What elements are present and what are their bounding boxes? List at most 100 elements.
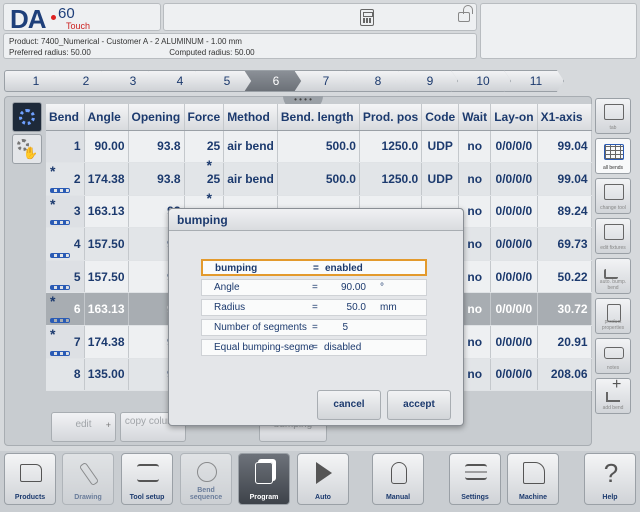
cell-code[interactable]: UDP bbox=[421, 130, 460, 164]
cell-opening[interactable]: 93.8 bbox=[128, 130, 185, 164]
cell-method[interactable]: air bend bbox=[223, 130, 278, 164]
param-angle[interactable]: Angle = 90.00 ° bbox=[201, 279, 427, 296]
nav-settings[interactable]: Settings bbox=[449, 453, 501, 505]
tab-view-button[interactable]: tab bbox=[595, 98, 631, 134]
add-bend-button[interactable]: add bend bbox=[595, 376, 631, 414]
col-bend[interactable]: Bend bbox=[46, 104, 85, 131]
col-wait[interactable]: Wait bbox=[458, 104, 492, 131]
col-angle[interactable]: Angle bbox=[84, 104, 129, 131]
change-tool-button[interactable]: change tool bbox=[595, 178, 631, 214]
cell-wait[interactable]: no bbox=[458, 162, 492, 196]
nav-manual[interactable]: Manual bbox=[372, 453, 424, 505]
nav-auto[interactable]: Auto bbox=[297, 453, 349, 505]
edit-fixtures-button[interactable]: edit fixtures bbox=[595, 218, 631, 254]
cell-wait[interactable]: no bbox=[458, 130, 492, 164]
cell-code[interactable]: UDP bbox=[421, 162, 460, 196]
col-code[interactable]: Code bbox=[421, 104, 460, 131]
all-bends-button[interactable]: all bends bbox=[595, 138, 631, 174]
col-prod-pos[interactable]: Prod. pos bbox=[359, 104, 423, 131]
calculator-icon[interactable] bbox=[360, 9, 374, 26]
cell-angle[interactable]: 90.00 bbox=[84, 130, 129, 164]
cell-x1[interactable]: 208.06 bbox=[537, 358, 592, 392]
cell-force[interactable]: 25 bbox=[184, 130, 225, 164]
cell-length[interactable]: 500.0 bbox=[277, 130, 360, 164]
tab-step-5[interactable]: 5 bbox=[195, 70, 255, 92]
cell-layon[interactable]: 0/0/0/0 bbox=[490, 162, 538, 196]
notes-button[interactable]: notes bbox=[595, 338, 631, 374]
param-equal-segments[interactable]: Equal bumping-segme = disabled bbox=[201, 339, 427, 356]
cell-layon[interactable]: 0/0/0/0 bbox=[490, 227, 538, 261]
cell-bend[interactable]: 1 bbox=[46, 130, 85, 164]
col-x1-axis[interactable]: X1-axis bbox=[537, 104, 592, 131]
col-lay-on[interactable]: Lay-on bbox=[490, 104, 538, 131]
cancel-button[interactable]: cancel bbox=[317, 390, 381, 420]
cell-angle[interactable]: 174.38 bbox=[84, 162, 129, 196]
nav-products[interactable]: Products bbox=[4, 453, 56, 505]
cell-angle[interactable]: 174.38 bbox=[84, 325, 129, 359]
tab-step-10[interactable]: 10 bbox=[451, 70, 511, 92]
cell-angle[interactable]: 163.13 bbox=[84, 195, 129, 229]
cell-x1[interactable]: 30.72 bbox=[537, 292, 592, 327]
param-radius[interactable]: Radius = 50.0 mm bbox=[201, 299, 427, 316]
cell-x1[interactable]: 99.04 bbox=[537, 130, 592, 164]
cell-angle[interactable]: 135.00 bbox=[84, 358, 129, 392]
nav-drawing[interactable]: Drawing bbox=[62, 453, 114, 505]
cell-angle[interactable]: 157.50 bbox=[84, 260, 129, 294]
table-view-button[interactable] bbox=[12, 102, 42, 132]
tab-step-7[interactable]: 7 bbox=[294, 70, 354, 92]
cell-angle[interactable]: 163.13 bbox=[84, 292, 129, 327]
col-method[interactable]: Method bbox=[223, 104, 278, 131]
tab-step-9[interactable]: 9 bbox=[398, 70, 458, 92]
cell-opening[interactable]: 93.8 bbox=[128, 162, 185, 196]
bend-step-tabs: 1 2 3 4 5 6 7 8 9 10 11 bbox=[4, 70, 564, 92]
nav-program[interactable]: Program bbox=[238, 453, 290, 505]
cell-prod[interactable]: 1250.0 bbox=[359, 162, 423, 196]
cell-layon[interactable]: 0/0/0/0 bbox=[490, 325, 538, 359]
tab-step-8[interactable]: 8 bbox=[346, 70, 406, 92]
lock-icon[interactable] bbox=[458, 5, 473, 22]
cell-bend[interactable]: 4 bbox=[46, 227, 85, 261]
nav-bend-sequence[interactable]: Bend sequence bbox=[180, 453, 232, 505]
manual-edit-button[interactable]: ✋ bbox=[12, 134, 42, 164]
col-bend-length[interactable]: Bend. length bbox=[277, 104, 360, 131]
cell-layon[interactable]: 0/0/0/0 bbox=[490, 292, 538, 327]
cell-bend[interactable]: 5 bbox=[46, 260, 85, 294]
cell-layon[interactable]: 0/0/0/0 bbox=[490, 358, 538, 392]
cell-x1[interactable]: 20.91 bbox=[537, 325, 592, 359]
col-opening[interactable]: Opening bbox=[128, 104, 185, 131]
cell-layon[interactable]: 0/0/0/0 bbox=[490, 260, 538, 294]
cell-method[interactable]: air bend bbox=[223, 162, 278, 196]
accept-button[interactable]: accept bbox=[387, 390, 451, 420]
cell-force[interactable]: 25 * bbox=[184, 157, 225, 196]
edit-button[interactable]: edit + bbox=[51, 412, 116, 442]
table-row[interactable]: 1 90.00 93.8 25 air bend 500.0 1250.0 UDP no 0/0/… bbox=[46, 130, 592, 164]
cell-x1[interactable]: 50.22 bbox=[537, 260, 592, 294]
param-bumping[interactable]: bumping = enabled bbox=[201, 259, 427, 276]
cell-angle[interactable]: 157.50 bbox=[84, 227, 129, 261]
cell-bend[interactable]: 6 * bbox=[46, 292, 85, 327]
dialog-title: bumping bbox=[169, 209, 463, 231]
auto-bump-bend-button[interactable]: auto. bump. bend bbox=[595, 258, 631, 294]
nav-tool-setup[interactable]: Tool setup bbox=[121, 453, 173, 505]
cell-prod[interactable]: 1250.0 bbox=[359, 130, 423, 164]
tab-step-11[interactable]: 11 bbox=[504, 70, 564, 92]
cell-bend[interactable]: 2 * bbox=[46, 162, 85, 196]
cell-layon[interactable]: 0/0/0/0 bbox=[490, 195, 538, 229]
nav-machine[interactable]: Machine bbox=[507, 453, 559, 505]
step-icon bbox=[604, 269, 618, 279]
cell-layon[interactable]: 0/0/0/0 bbox=[490, 130, 538, 164]
cell-bend[interactable]: 7 * bbox=[46, 325, 85, 359]
col-force[interactable]: Force bbox=[184, 104, 225, 131]
cell-bend[interactable]: 3 * bbox=[46, 195, 85, 229]
tab-step-1[interactable]: 1 bbox=[4, 70, 64, 92]
cell-x1[interactable]: 99.04 bbox=[537, 162, 592, 196]
cell-x1[interactable]: 69.73 bbox=[537, 227, 592, 261]
nav-help[interactable]: ? Help bbox=[584, 453, 636, 505]
param-number-of-segments[interactable]: Number of segments = 5 bbox=[201, 319, 427, 336]
cell-length[interactable]: 500.0 bbox=[277, 162, 360, 196]
product-properties-button[interactable]: product properties bbox=[595, 298, 631, 334]
tab-step-6[interactable]: 6 bbox=[244, 70, 304, 92]
cell-bend[interactable]: 8 bbox=[46, 358, 85, 392]
cell-x1[interactable]: 89.24 bbox=[537, 195, 592, 229]
table-row[interactable]: 2 * 174.38 93.8 25 * air bend 500.0 1250.0 UDP no 0… bbox=[46, 157, 592, 196]
